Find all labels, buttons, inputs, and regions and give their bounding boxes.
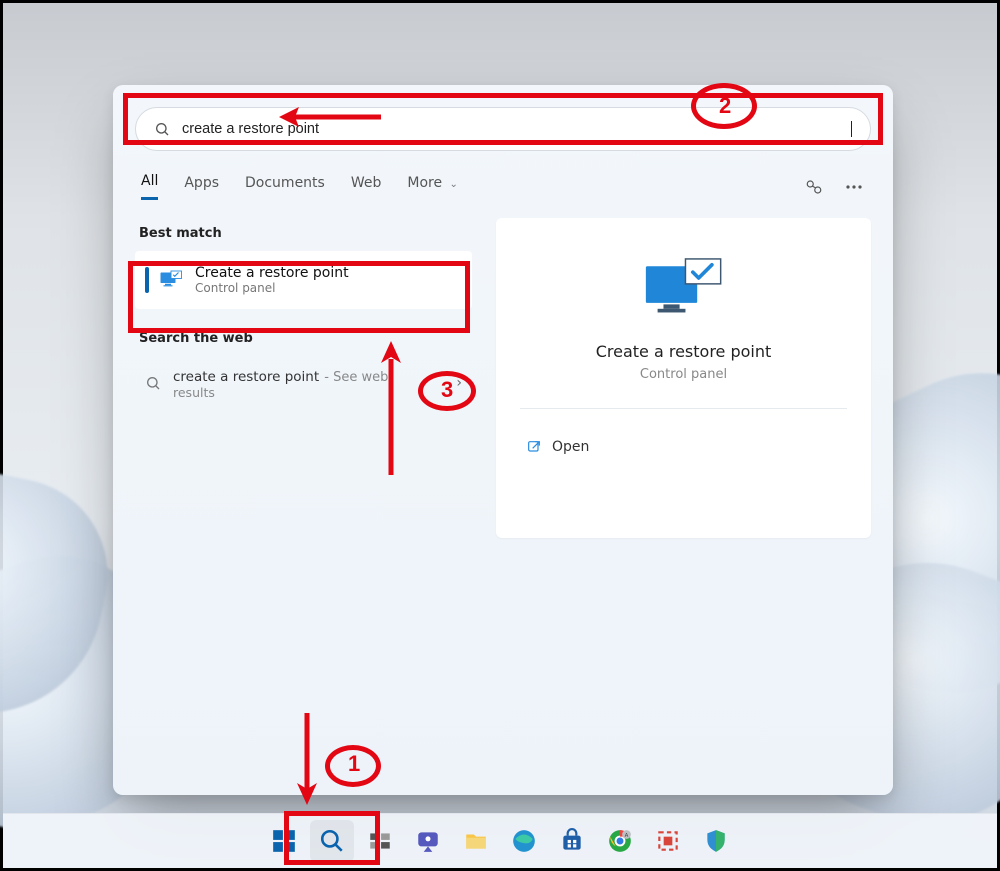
store-icon: [559, 828, 585, 854]
snip-button[interactable]: [646, 820, 690, 862]
tab-apps[interactable]: Apps: [184, 175, 219, 199]
tab-more[interactable]: More ⌄: [407, 175, 458, 199]
task-view-icon: [367, 828, 393, 854]
divider: [520, 408, 847, 409]
chat-button[interactable]: [406, 820, 450, 862]
edge-icon: [511, 828, 537, 854]
best-match-subtitle: Control panel: [195, 281, 349, 295]
search-flyout: create a restore point All Apps Document…: [113, 85, 893, 795]
taskbar: A: [3, 813, 997, 868]
tab-documents[interactable]: Documents: [245, 175, 325, 199]
search-icon: [154, 121, 170, 137]
open-label: Open: [552, 439, 589, 455]
store-button[interactable]: [550, 820, 594, 862]
web-result[interactable]: create a restore point - See web results…: [135, 356, 472, 410]
open-icon: [526, 439, 542, 455]
annotation-number-1: 1: [348, 753, 360, 775]
detail-subtitle: Control panel: [524, 367, 843, 382]
chevron-down-icon: ⌄: [450, 179, 458, 190]
defender-icon: [703, 828, 729, 854]
chevron-right-icon: ›: [456, 375, 462, 391]
search-icon: [319, 828, 345, 854]
tab-more-label: More: [407, 175, 442, 191]
search-web-heading: Search the web: [139, 331, 472, 346]
rewards-icon[interactable]: [803, 176, 825, 198]
selection-accent: [145, 267, 149, 293]
edge-button[interactable]: [502, 820, 546, 862]
detail-card: Create a restore point Control panel Ope…: [496, 218, 871, 538]
tab-all[interactable]: All: [141, 173, 158, 200]
search-input[interactable]: create a restore point: [182, 121, 851, 137]
svg-text:A: A: [625, 833, 629, 839]
search-button[interactable]: [310, 820, 354, 862]
annotation-number-2: 2: [719, 95, 731, 117]
file-explorer-icon: [463, 828, 489, 854]
chrome-icon: A: [607, 828, 633, 854]
best-match-heading: Best match: [139, 226, 472, 241]
web-result-term: create a restore point: [173, 369, 319, 385]
control-panel-large-icon: [640, 254, 728, 324]
search-tabs: All Apps Documents Web More ⌄: [135, 173, 871, 200]
best-match-result[interactable]: Create a restore point Control panel: [135, 251, 472, 309]
open-action[interactable]: Open: [524, 435, 843, 459]
snip-icon: [655, 828, 681, 854]
start-button[interactable]: [262, 820, 306, 862]
best-match-title: Create a restore point: [195, 265, 349, 282]
web-result-hint: See web: [333, 370, 388, 385]
task-view-button[interactable]: [358, 820, 402, 862]
control-panel-icon: [159, 268, 183, 292]
detail-title: Create a restore point: [524, 342, 843, 361]
text-cursor: [851, 121, 852, 137]
web-result-hint2: results: [173, 385, 388, 400]
annotation-number-3: 3: [441, 379, 453, 401]
tab-web[interactable]: Web: [351, 175, 382, 199]
file-explorer-button[interactable]: [454, 820, 498, 862]
search-input-container[interactable]: create a restore point: [135, 107, 871, 151]
more-options-icon[interactable]: [843, 176, 865, 198]
search-icon: [145, 375, 161, 391]
chat-icon: [415, 828, 441, 854]
chrome-button[interactable]: A: [598, 820, 642, 862]
defender-button[interactable]: [694, 820, 738, 862]
start-icon: [271, 828, 297, 854]
